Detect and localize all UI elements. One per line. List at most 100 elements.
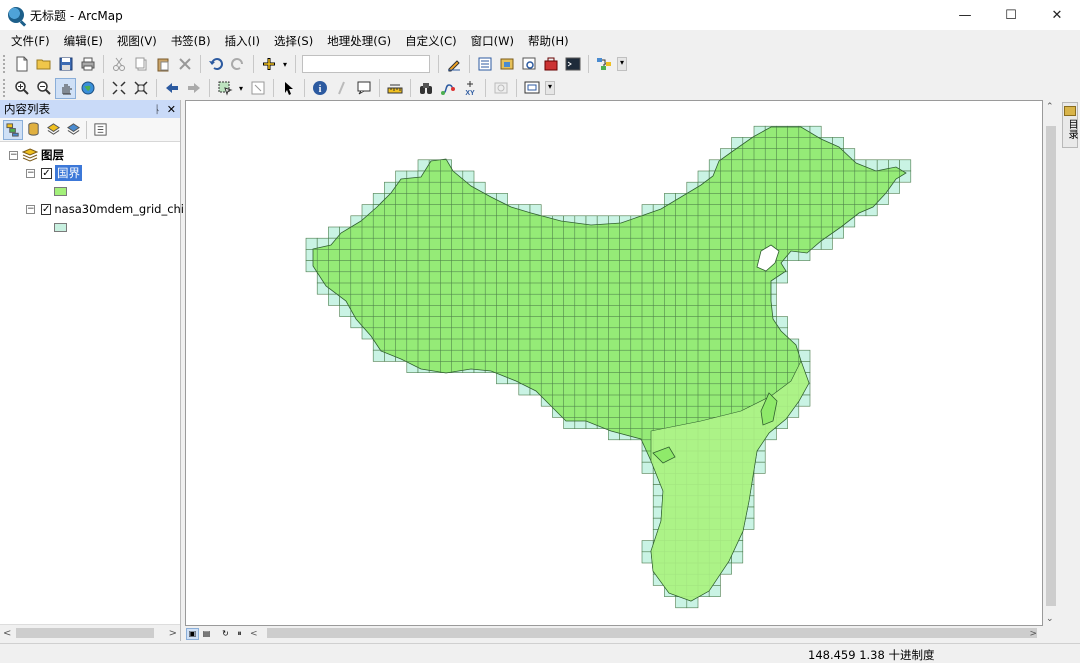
zoom-in-icon[interactable] (11, 78, 32, 99)
search-icon[interactable] (518, 54, 539, 75)
open-folder-icon[interactable] (33, 54, 54, 75)
model-builder-icon[interactable] (593, 54, 614, 75)
toc-options-icon[interactable] (90, 120, 110, 140)
delete-icon[interactable] (174, 54, 195, 75)
menu-windows[interactable]: 窗口(W) (464, 31, 521, 51)
goto-xy-icon[interactable]: XY (459, 78, 480, 99)
menu-selection[interactable]: 选择(S) (267, 31, 320, 51)
hyperlink-icon[interactable] (331, 78, 352, 99)
scroll-right-icon[interactable]: > (1029, 629, 1037, 639)
layer-visibility-checkbox[interactable]: ✓ (41, 167, 52, 179)
redo-icon[interactable] (227, 54, 248, 75)
select-features-icon[interactable] (214, 78, 235, 99)
layout-view-icon[interactable]: ▤ (200, 628, 213, 640)
list-by-visibility-icon[interactable] (43, 120, 63, 140)
toolbar-separator (253, 55, 254, 73)
map-frame: ⌃ ⌄ ▣ ▤ ↻ ⏸ < > (185, 100, 1059, 641)
menu-customize[interactable]: 自定义(C) (398, 31, 464, 51)
paste-icon[interactable] (152, 54, 173, 75)
fixed-zoom-in-icon[interactable] (108, 78, 129, 99)
map-scale-combobox[interactable] (302, 55, 430, 73)
fixed-zoom-out-icon[interactable] (130, 78, 151, 99)
layer-row-guojie[interactable]: − ✓ 国界 (0, 164, 180, 182)
menu-bookmarks[interactable]: 书签(B) (164, 31, 218, 51)
layer-visibility-checkbox[interactable]: ✓ (41, 203, 52, 215)
viewer-window-icon[interactable] (521, 78, 542, 99)
collapse-toggle[interactable]: − (9, 150, 18, 160)
menu-edit[interactable]: 编辑(E) (57, 31, 110, 51)
back-extent-icon[interactable] (161, 78, 182, 99)
full-extent-icon[interactable] (77, 78, 98, 99)
menu-view[interactable]: 视图(V) (110, 31, 164, 51)
catalog-icon[interactable] (496, 54, 517, 75)
layer-row-dem-grid[interactable]: − ✓ nasa30mdem_grid_chir (0, 200, 189, 218)
arctoolbox-icon[interactable] (540, 54, 561, 75)
print-icon[interactable] (77, 54, 98, 75)
toolbar-grip[interactable] (3, 55, 7, 73)
data-view-icon[interactable]: ▣ (186, 627, 199, 640)
copy-icon[interactable] (130, 54, 151, 75)
list-by-drawing-order-icon[interactable] (3, 119, 23, 140)
scroll-down-icon[interactable]: ⌄ (1046, 614, 1054, 624)
map-canvas[interactable] (185, 100, 1043, 626)
toc-close-button[interactable]: ✕ (167, 103, 176, 116)
pause-drawing-icon[interactable]: ⏸ (233, 628, 246, 640)
toolbar-overflow-button[interactable]: ▾ (545, 81, 555, 95)
new-document-icon[interactable] (11, 54, 32, 75)
collapse-toggle[interactable]: − (26, 168, 35, 178)
toolbar-separator (295, 55, 296, 73)
menu-geoprocessing[interactable]: 地理处理(G) (320, 31, 398, 51)
map-horizontal-scrollbar-thumb[interactable] (267, 628, 1037, 638)
maximize-button[interactable]: ☐ (988, 0, 1034, 30)
editor-icon[interactable] (443, 54, 464, 75)
identify-icon[interactable]: i (309, 78, 330, 99)
undo-icon[interactable] (205, 54, 226, 75)
clear-selection-icon[interactable] (247, 78, 268, 99)
layer-symbol-swatch[interactable] (54, 222, 67, 232)
dem-grid-cell (305, 237, 318, 250)
menu-insert[interactable]: 插入(I) (218, 31, 267, 51)
toolbar-grip[interactable] (3, 79, 7, 97)
pan-icon[interactable] (55, 77, 76, 99)
save-icon[interactable] (55, 54, 76, 75)
scroll-right-icon[interactable]: > (169, 628, 177, 639)
find-route-icon[interactable] (437, 78, 458, 99)
cut-icon[interactable] (108, 54, 129, 75)
pin-icon[interactable]: ᚿ (154, 103, 161, 116)
refresh-icon[interactable]: ↻ (219, 628, 232, 640)
toc-toolbar (0, 118, 180, 142)
map-vertical-scrollbar[interactable]: ⌃ ⌄ (1043, 100, 1059, 626)
scrollbar-thumb[interactable] (16, 628, 154, 638)
collapse-toggle[interactable]: − (26, 204, 35, 214)
python-icon[interactable] (562, 54, 583, 75)
close-button[interactable]: ✕ (1034, 0, 1080, 30)
html-popup-icon[interactable] (353, 78, 374, 99)
zoom-out-icon[interactable] (33, 78, 54, 99)
catalog-dock-tab[interactable]: 目录 (1062, 102, 1078, 148)
find-icon[interactable] (415, 78, 436, 99)
time-slider-icon[interactable] (490, 78, 511, 99)
select-elements-icon[interactable] (278, 78, 299, 99)
layer-symbol-swatch[interactable] (54, 186, 67, 196)
menu-help[interactable]: 帮助(H) (521, 31, 576, 51)
toc-horizontal-scrollbar[interactable]: < > (0, 624, 180, 641)
scroll-left-icon[interactable]: < (3, 628, 11, 639)
menu-file[interactable]: 文件(F) (4, 31, 57, 51)
list-by-selection-icon[interactable] (63, 120, 83, 140)
list-by-source-icon[interactable] (23, 120, 43, 140)
add-data-dropdown-icon[interactable]: ▾ (280, 54, 290, 75)
forward-extent-icon[interactable] (183, 78, 204, 99)
data-frame-row[interactable]: − 图层 (0, 146, 180, 164)
minimize-button[interactable]: — (942, 0, 988, 30)
scrollbar-thumb[interactable] (1046, 126, 1056, 606)
select-features-dropdown-icon[interactable]: ▾ (236, 78, 246, 99)
layer-label[interactable]: 国界 (55, 165, 82, 181)
table-of-contents-icon[interactable] (474, 54, 495, 75)
toolbar-overflow-button[interactable]: ▾ (617, 57, 627, 71)
add-data-icon[interactable] (258, 54, 279, 75)
tools-toolbar: ▾ i XY ▾ (0, 76, 1080, 100)
scroll-up-icon[interactable]: ⌃ (1046, 102, 1054, 112)
measure-icon[interactable] (384, 78, 405, 99)
scroll-left-icon[interactable]: < (250, 629, 258, 639)
layer-label[interactable]: nasa30mdem_grid_chir (54, 202, 188, 216)
